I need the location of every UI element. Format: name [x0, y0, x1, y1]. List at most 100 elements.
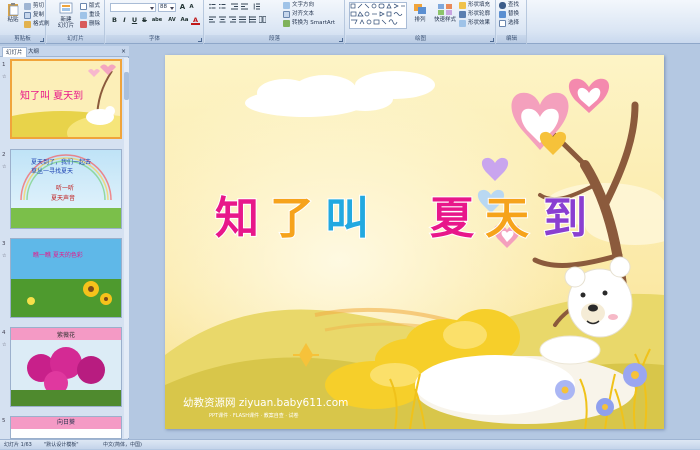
spacing-button[interactable]: AV [166, 16, 178, 25]
shape-effects-button[interactable]: 形状效果 [459, 19, 490, 28]
paragraph-dialog-launcher[interactable] [339, 38, 343, 42]
animation-icon: ☆ [2, 164, 7, 170]
find-button[interactable]: 查找 [499, 1, 519, 10]
font-size-combo[interactable]: 88 [158, 3, 176, 12]
animation-icon: ☆ [2, 342, 7, 348]
slide-1[interactable]: 知了叫 夏天到 幼教资源网 ziyuan.baby611.com PPT课件 · … [165, 55, 664, 429]
panel-scrollbar-thumb[interactable] [124, 72, 129, 100]
justify-icon[interactable] [239, 16, 246, 23]
drawing-group-label: 绘图 [346, 35, 495, 43]
replace-label: 替换 [508, 11, 520, 17]
watermark-text: 幼教资源网 ziyuan.baby611.com [183, 396, 348, 409]
brush-icon [24, 21, 31, 28]
text-direction-button[interactable]: 文字方向 [283, 1, 314, 10]
numbering-icon[interactable] [219, 3, 226, 10]
layout-icon [80, 3, 87, 10]
slide-thumbnail-1[interactable]: 知了叫 夏天到 [10, 59, 122, 139]
reset-button[interactable]: 重设 [80, 11, 100, 20]
bullets-icon[interactable] [209, 3, 216, 10]
shrink-font-button[interactable]: A [187, 3, 196, 12]
thumbnail-3-art: 瞧一瞧 夏天的色彩 [11, 239, 121, 317]
thumbnail-1-art: 知了叫 夏天到 [12, 61, 120, 137]
shadow-button[interactable]: abe [150, 16, 164, 25]
font-color-button[interactable]: A [191, 16, 200, 25]
title-char-2: 了 [270, 193, 314, 244]
paint-bucket-icon [459, 2, 466, 9]
grow-font-button[interactable]: A [178, 3, 187, 12]
slide-thumbnail-5[interactable]: 向日葵 [10, 416, 122, 439]
pen-icon [459, 11, 466, 18]
quick-styles-icon [438, 4, 452, 15]
thumbnail-4-art: 紫薇花 [11, 328, 121, 406]
columns-icon[interactable] [259, 16, 266, 23]
line-spacing-icon[interactable] [253, 3, 260, 10]
new-slide-button[interactable]: 新建 幻灯片 [53, 2, 79, 34]
thumbnail-4-title: 紫薇花 [57, 331, 75, 339]
layout-button[interactable]: 版式 [80, 2, 100, 11]
panel-scrollbar[interactable] [124, 58, 129, 438]
cut-button[interactable]: 剪切 [24, 2, 44, 11]
arrange-icon [414, 4, 426, 14]
smartart-label: 转换为 SmartArt [292, 20, 336, 26]
arrange-button[interactable]: 排列 [409, 2, 431, 34]
clipboard-group: 粘贴 剪切 复制 格式刷 剪贴板 [0, 0, 50, 44]
watermark-subtext: PPT课件 · FLASH课件 · 教案自查 · 试卷 [209, 412, 299, 419]
drawing-group: 排列 快速样式 形状填充 形状轮廓 形状效果 绘图 [346, 0, 496, 44]
shape-fill-button[interactable]: 形状填充 [459, 1, 490, 10]
format-painter-button[interactable]: 格式刷 [24, 20, 50, 29]
bold-button[interactable]: B [110, 16, 119, 25]
drawing-dialog-launcher[interactable] [490, 38, 494, 42]
delete-button[interactable]: 删除 [80, 20, 100, 29]
underline-button[interactable]: U [130, 16, 139, 25]
change-case-button[interactable]: Aa [179, 16, 190, 25]
cut-label: 剪切 [33, 3, 45, 9]
editing-group-label: 编辑 [497, 35, 526, 43]
title-char-6: 到 [543, 193, 587, 244]
select-button[interactable]: 选择 [499, 19, 519, 28]
align-left-icon[interactable] [209, 16, 216, 23]
ribbon: 粘贴 剪切 复制 格式刷 剪贴板 新建 幻灯片 版式 重设 删除 幻灯片 88 … [0, 0, 700, 44]
editing-group: 查找 替换 选择 编辑 [497, 0, 527, 44]
font-name-combo[interactable] [110, 3, 156, 12]
clipboard-dialog-launcher[interactable] [40, 38, 44, 42]
italic-button[interactable]: I [120, 16, 129, 25]
shape-outline-button[interactable]: 形状轮廓 [459, 10, 490, 19]
layout-label: 版式 [89, 3, 101, 9]
slides-group: 新建 幻灯片 版式 重设 删除 幻灯片 [47, 0, 105, 44]
scissors-icon [24, 3, 31, 10]
copy-button[interactable]: 复制 [24, 11, 44, 20]
smartart-icon [283, 20, 290, 27]
thumbnail-5-title: 向日葵 [11, 417, 121, 429]
shape-fill-label: 形状填充 [468, 2, 491, 8]
replace-icon [499, 11, 506, 18]
align-text-button[interactable]: 对齐文本 [283, 10, 314, 19]
thumbnail-2-line4: 夏天声音 [51, 194, 75, 202]
delete-icon [80, 21, 87, 28]
increase-indent-icon[interactable] [241, 3, 248, 10]
shapes-gallery-icon[interactable] [349, 2, 407, 29]
paste-button[interactable]: 粘贴 [1, 2, 25, 34]
cursor-icon [499, 20, 506, 27]
align-center-icon[interactable] [219, 16, 226, 23]
slide-thumbnail-2[interactable]: 夏天到了，我们一起去 草丛一寻找夏天 听一听 夏天声音 [10, 149, 122, 229]
align-right-icon[interactable] [229, 16, 236, 23]
font-dialog-launcher[interactable] [198, 38, 202, 42]
slides-group-label: 幻灯片 [47, 35, 104, 43]
close-icon[interactable]: × [121, 48, 126, 55]
slide-thumbnail-3[interactable]: 瞧一瞧 夏天的色彩 [10, 238, 122, 318]
decrease-indent-icon[interactable] [231, 3, 238, 10]
title-char-4: 夏 [430, 193, 475, 244]
quick-styles-button[interactable]: 快速样式 [432, 2, 458, 34]
replace-button[interactable]: 替换 [499, 10, 519, 19]
strike-button[interactable]: S [140, 16, 149, 25]
slide-thumbnail-4[interactable]: 紫薇花 [10, 327, 122, 407]
tab-outline[interactable]: 大纲 [25, 47, 42, 57]
chevron-down-icon [150, 7, 154, 10]
distribute-icon[interactable] [249, 16, 256, 23]
slide-number-1: 1 [2, 62, 6, 68]
slide-thumbnail-panel: 幻灯片 大纲 × 1 ☆ 知了叫 夏天到 2 ☆ 夏天到了，我们一起去 草丛一寻… [0, 46, 129, 439]
tab-slides[interactable]: 幻灯片 [2, 47, 27, 57]
smartart-button[interactable]: 转换为 SmartArt [283, 19, 335, 28]
align-text-label: 对齐文本 [292, 11, 315, 17]
thumbnail-1-title: 知了叫 夏天到 [20, 89, 83, 102]
